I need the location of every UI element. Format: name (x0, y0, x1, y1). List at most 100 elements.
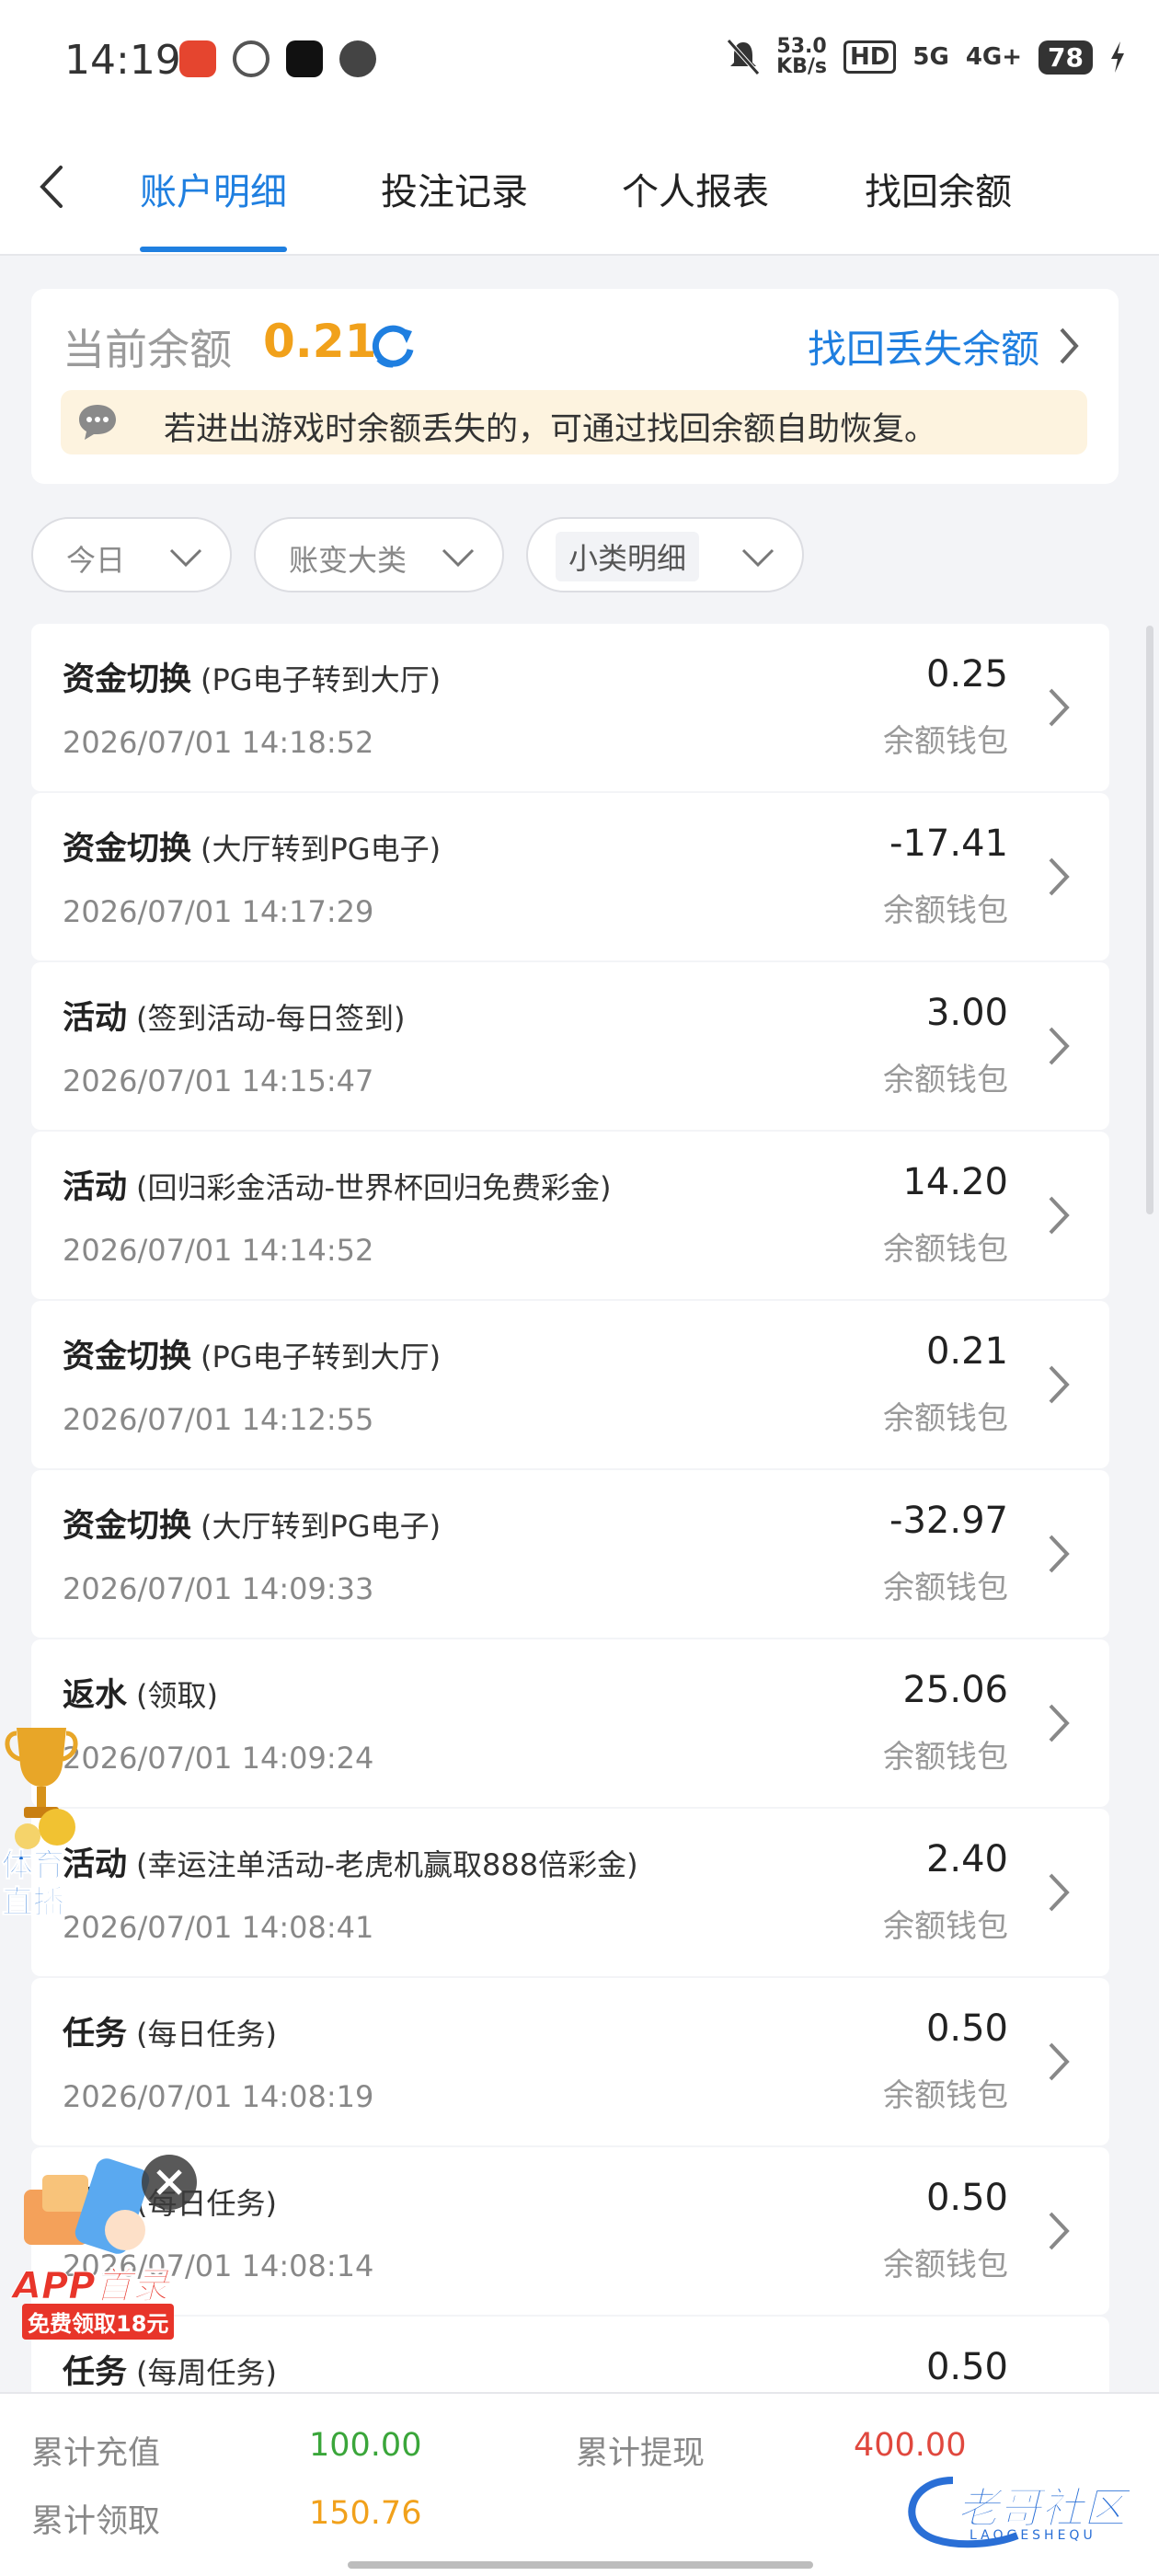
record-time: 2026/07/01 14:12:55 (63, 1402, 374, 1437)
tab-personal-report[interactable]: 个人报表 (622, 162, 769, 215)
record-amount: 0.50 (925, 2177, 1008, 2219)
chevron-right-icon (1049, 2042, 1070, 2081)
record-amount: 2.40 (925, 1838, 1008, 1880)
record-time: 2026/07/01 14:17:29 (63, 894, 374, 929)
chevron-down-icon (169, 548, 202, 568)
list-item[interactable]: 任务 (每日任务) 2026/07/01 14:08:19 0.50 余额钱包 (31, 1978, 1109, 2145)
chevron-right-icon (1049, 1365, 1070, 1404)
record-title: 资金切换 (63, 661, 192, 698)
record-detail: (签到活动-每日签到) (136, 1001, 406, 1036)
chevron-right-icon (1049, 2212, 1070, 2250)
sports-live-floating-ad[interactable]: 体育 直播 (0, 1719, 83, 1922)
record-type: 资金切换 (大厅转到PG电子) (63, 822, 441, 869)
withdraw-value: 400.00 (854, 2427, 967, 2464)
message-icon (79, 405, 116, 440)
record-amount: -17.41 (889, 822, 1008, 865)
balance-value: 0.21 (263, 315, 377, 368)
record-wallet: 余额钱包 (883, 1908, 1008, 1945)
subcategory-filter-label: 小类明细 (556, 532, 700, 581)
app-signup-subtitle: 免费领取18元 (22, 2304, 175, 2340)
transaction-list: 资金切换 (PG电子转到大厅) 2026/07/01 14:18:52 0.25 … (31, 624, 1109, 2392)
record-wallet: 余额钱包 (883, 1062, 1008, 1098)
record-amount: 0.25 (925, 653, 1008, 696)
back-arrow-icon[interactable] (35, 164, 68, 210)
signal-4g: 4G+ (965, 43, 1023, 71)
record-time: 2026/07/01 14:18:52 (63, 725, 374, 760)
record-wallet: 余额钱包 (883, 1570, 1008, 1606)
list-item[interactable]: 活动 (签到活动-每日签到) 2026/07/01 14:15:47 3.00 余… (31, 962, 1109, 1130)
tab-account-details[interactable]: 账户明细 (140, 162, 287, 215)
record-detail: (大厅转到PG电子) (201, 1509, 442, 1544)
close-icon (156, 2169, 182, 2195)
list-item[interactable]: 返水 (领取) 2026/07/01 14:09:24 25.06 余额钱包 (31, 1639, 1109, 1807)
scrollbar[interactable] (1146, 626, 1153, 1214)
record-detail: (幸运注单活动-老虎机赢取888倍彩金) (136, 1847, 638, 1882)
notification-icons (179, 40, 376, 77)
record-type: 返水 (领取) (63, 1669, 218, 1716)
record-amount: -32.97 (889, 1500, 1008, 1542)
record-amount: 25.06 (902, 1669, 1008, 1711)
active-tab-indicator (140, 247, 287, 252)
list-item[interactable]: 资金切换 (大厅转到PG电子) 2026/07/01 14:09:33 -32.9… (31, 1470, 1109, 1638)
record-detail: (每日任务) (136, 2017, 277, 2052)
battery-level: 78 (1039, 40, 1093, 75)
record-title: 资金切换 (63, 1508, 192, 1545)
record-title: 返水 (63, 1677, 128, 1714)
list-item[interactable]: 资金切换 (PG电子转到大厅) 2026/07/01 14:18:52 0.25 … (31, 624, 1109, 791)
record-title: 任务 (63, 2016, 128, 2053)
record-wallet: 余额钱包 (883, 2077, 1008, 2114)
sports-live-line2: 直播 (2, 1884, 65, 1922)
watermark-text: 老哥社区 (957, 2483, 1127, 2534)
tab-bet-records[interactable]: 投注记录 (381, 162, 528, 215)
chat-notification-icon (339, 40, 376, 77)
chevron-right-icon[interactable] (1056, 326, 1082, 366)
record-amount: 0.50 (925, 2007, 1008, 2050)
date-filter-dropdown[interactable]: 今日 (31, 517, 232, 592)
record-amount: 14.20 (902, 1161, 1008, 1203)
record-amount: 0.21 (925, 1330, 1008, 1373)
watermark-subtext: LAOGESHEQU (970, 2528, 1096, 2543)
trophy-icon (5, 1728, 78, 1849)
status-bar: 14:19 53.0 KB/s HD 5G 4G+ 78 (0, 0, 1159, 120)
notice-banner: 若进出游戏时余额丢失的，可通过找回余额自助恢复。 (61, 390, 1087, 454)
record-type: 活动 (签到活动-每日签到) (63, 992, 406, 1039)
record-wallet: 余额钱包 (883, 892, 1008, 929)
record-type: 资金切换 (PG电子转到大厅) (63, 653, 441, 700)
deposit-value: 100.00 (309, 2427, 422, 2464)
list-item[interactable]: 资金切换 (大厅转到PG电子) 2026/07/01 14:17:29 -17.4… (31, 793, 1109, 960)
list-item[interactable]: 资金切换 (PG电子转到大厅) 2026/07/01 14:12:55 0.21 … (31, 1301, 1109, 1468)
charging-icon (1111, 41, 1124, 73)
record-amount: 0.50 (925, 2346, 1008, 2388)
record-detail: (每周任务) (136, 2355, 277, 2390)
chevron-right-icon (1049, 1704, 1070, 1742)
tab-recover-balance[interactable]: 找回余额 (865, 162, 1012, 215)
record-amount: 3.00 (925, 992, 1008, 1034)
subcategory-filter-dropdown[interactable]: 小类明细 (526, 517, 804, 592)
record-detail: (回归彩金活动-世界杯回归免费彩金) (136, 1170, 612, 1205)
network-speed: 53.0 KB/s (776, 37, 827, 77)
balance-card: 当前余额 0.21 找回丢失余额 若进出游戏时余额丢失的，可通过找回余额自助恢复… (31, 289, 1119, 484)
withdraw-label: 累计提现 (576, 2435, 706, 2472)
home-indicator[interactable] (348, 2561, 813, 2569)
list-item[interactable]: 活动 (幸运注单活动-老虎机赢取888倍彩金) 2026/07/01 14:08:… (31, 1809, 1109, 1976)
record-type: 活动 (回归彩金活动-世界杯回归免费彩金) (63, 1161, 612, 1208)
record-detail: (PG电子转到大厅) (201, 662, 442, 697)
date-filter-label: 今日 (66, 543, 126, 578)
record-time: 2026/07/01 14:09:33 (63, 1571, 374, 1606)
recover-lost-balance-link[interactable]: 找回丢失余额 (808, 318, 1039, 374)
list-item[interactable]: 活动 (回归彩金活动-世界杯回归免费彩金) 2026/07/01 14:14:52… (31, 1132, 1109, 1299)
refresh-icon[interactable] (368, 322, 418, 372)
record-detail: (大厅转到PG电子) (201, 832, 442, 867)
signal-5g: 5G (912, 43, 949, 71)
category-filter-dropdown[interactable]: 账变大类 (254, 517, 504, 592)
record-title: 资金切换 (63, 831, 192, 868)
clock: 14:19 (64, 37, 181, 84)
claim-label: 累计领取 (31, 2503, 161, 2540)
deposit-label: 累计充值 (31, 2435, 161, 2472)
record-title: 活动 (63, 1000, 128, 1037)
record-time: 2026/07/01 14:15:47 (63, 1064, 374, 1098)
record-time: 2026/07/01 14:14:52 (63, 1233, 374, 1268)
site-watermark-logo: 老哥社区 LAOGESHEQU (898, 2471, 1150, 2548)
close-ad-button[interactable] (142, 2155, 197, 2210)
system-indicators: 53.0 KB/s HD 5G 4G+ 78 (727, 37, 1126, 77)
